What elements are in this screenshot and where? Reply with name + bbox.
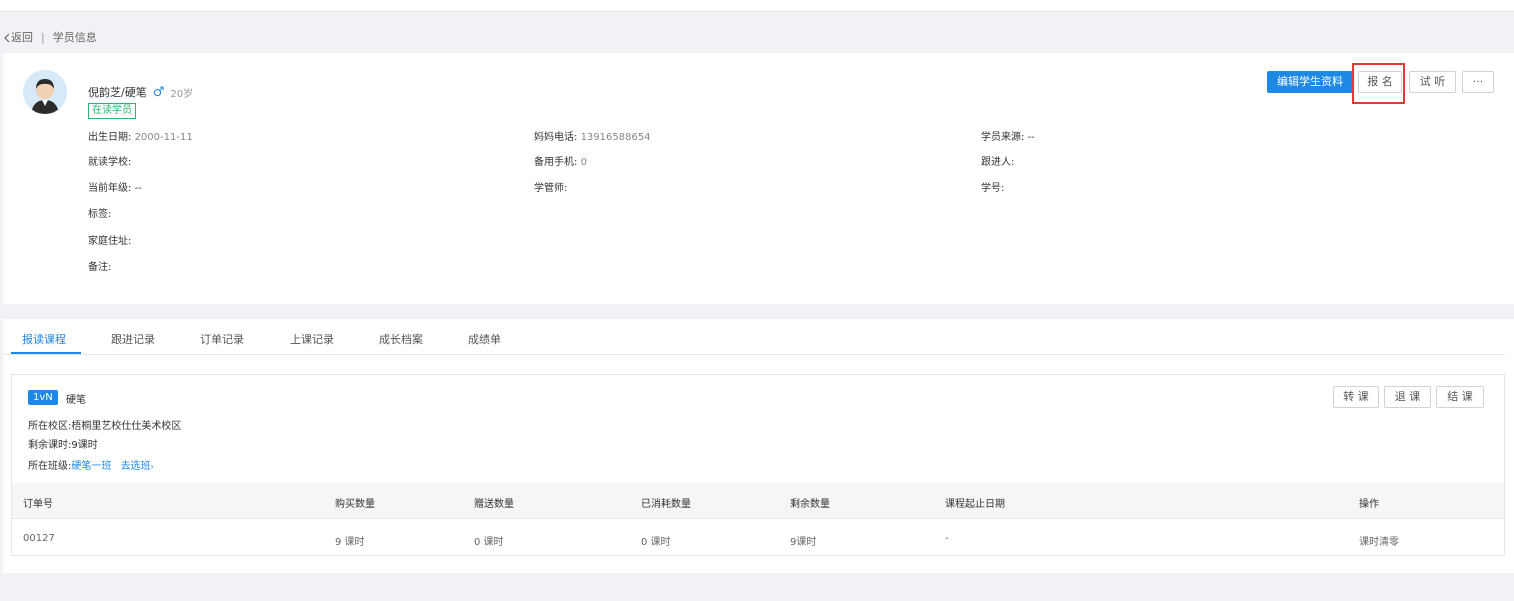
campus-label: 所在校区:	[28, 421, 72, 432]
field-manager: 学管师:	[534, 179, 567, 194]
course-section: 报读课程 跟进记录 订单记录 上课记录 成长档案 成绩单 1vN 硬笔 转 课 …	[3, 319, 1514, 573]
field-label: 家庭住址:	[88, 236, 132, 247]
tab-follow-records[interactable]: 跟进记录	[111, 331, 155, 347]
field-label: 学员来源:	[981, 132, 1025, 143]
field-label: 备注:	[88, 262, 112, 273]
field-student-no: 学号:	[981, 179, 1004, 194]
remaining-cell: 9课时	[790, 537, 817, 548]
field-backup-phone: 备用手机: 0	[534, 153, 587, 168]
remaining-value: 9课时	[71, 440, 98, 451]
tab-growth-archive[interactable]: 成长档案	[379, 331, 423, 347]
field-remark: 备注:	[88, 258, 111, 273]
status-badge: 在读学员	[88, 103, 136, 119]
field-label: 当前年级:	[88, 183, 132, 194]
course-name: 硬笔	[66, 395, 86, 406]
column-header: 赠送数量	[474, 499, 514, 510]
tab-class-records[interactable]: 上课记录	[290, 331, 334, 347]
field-follower: 跟进人:	[981, 153, 1014, 168]
trial-button[interactable]: 试 听	[1409, 71, 1456, 93]
tab-enrolled-courses[interactable]: 报读课程	[22, 331, 66, 347]
active-tab-indicator	[11, 352, 81, 354]
remaining-line: 剩余课时:9课时	[28, 436, 98, 451]
top-strip	[0, 0, 1514, 12]
student-name: 倪韵芝/硬笔	[88, 86, 147, 99]
tab-report-card[interactable]: 成绩单	[468, 331, 501, 347]
field-label: 就读学校:	[88, 157, 132, 168]
more-button[interactable]: ···	[1462, 71, 1494, 93]
finish-course-button[interactable]: 结 课	[1436, 386, 1484, 408]
back-link[interactable]: 返回	[3, 31, 33, 45]
field-grade: 当前年级: --	[88, 179, 142, 194]
name-row: 倪韵芝/硬笔 ♂ 20岁	[88, 84, 193, 100]
table-header: 订单号 购买数量 赠送数量 已消耗数量 剩余数量 课程起止日期 操作	[12, 483, 1504, 519]
field-birth: 出生日期: 2000-11-11	[88, 128, 193, 143]
field-label: 备用手机:	[534, 157, 578, 168]
campus-value: 梧桐里艺校仕仕美术校区	[71, 421, 182, 432]
field-label: 跟进人:	[981, 157, 1015, 168]
student-profile-panel: 倪韵芝/硬笔 ♂ 20岁 在读学员 出生日期: 2000-11-11 妈妈电话:…	[3, 53, 1514, 304]
column-header: 剩余数量	[790, 499, 830, 510]
chevron-left-icon	[4, 33, 10, 43]
dates-cell: -	[945, 533, 949, 544]
field-value: 0	[580, 157, 587, 168]
column-header: 购买数量	[335, 499, 375, 510]
course-type-badge: 1vN	[28, 390, 58, 405]
field-label: 学号:	[981, 183, 1005, 194]
breadcrumb: 返回 | 学员信息	[3, 31, 97, 45]
tab-order-records[interactable]: 订单记录	[200, 331, 244, 347]
back-label: 返回	[11, 31, 33, 44]
avatar	[23, 70, 67, 114]
field-value: 2000-11-11	[134, 132, 193, 143]
field-mom-phone: 妈妈电话: 13916588654	[534, 128, 651, 143]
bought-cell: 9 课时	[335, 537, 365, 548]
enroll-highlight-box	[1352, 63, 1405, 104]
field-value: --	[1027, 132, 1035, 143]
column-header: 订单号	[23, 499, 53, 510]
column-header: 已消耗数量	[641, 499, 691, 510]
order-number-link[interactable]: 00127	[23, 533, 55, 544]
edit-student-button[interactable]: 编辑学生资料	[1267, 71, 1353, 93]
tab-bar: 报读课程 跟进记录 订单记录 上课记录 成长档案 成绩单	[3, 319, 1505, 355]
course-card: 1vN 硬笔 转 课 退 课 结 课 所在校区:梧桐里艺校仕仕美术校区 剩余课时…	[11, 374, 1505, 556]
field-label: 标签:	[88, 209, 112, 220]
field-value: --	[134, 183, 142, 194]
user-avatar-icon	[23, 70, 67, 114]
field-school: 就读学校:	[88, 153, 131, 168]
field-label: 妈妈电话:	[534, 132, 578, 143]
remaining-label: 剩余课时:	[28, 440, 72, 451]
consumed-cell: 0 课时	[641, 537, 671, 548]
clear-hours-link[interactable]: 课时清零	[1359, 533, 1399, 548]
gift-cell: 0 课时	[474, 537, 504, 548]
campus-line: 所在校区:梧桐里艺校仕仕美术校区	[28, 417, 181, 432]
class-line: 所在班级:硬笔一班 去选班›	[28, 457, 154, 472]
page-title: 学员信息	[52, 31, 97, 44]
choose-class-link[interactable]: 去选班	[121, 461, 151, 472]
bottom-band	[3, 573, 1514, 601]
transfer-course-button[interactable]: 转 课	[1333, 386, 1379, 408]
column-header: 操作	[1359, 499, 1379, 510]
field-value: 13916588654	[580, 132, 651, 143]
male-icon: ♂	[152, 84, 165, 100]
field-address: 家庭住址:	[88, 232, 131, 247]
refund-course-button[interactable]: 退 课	[1384, 386, 1431, 408]
breadcrumb-separator: |	[41, 31, 45, 44]
student-age: 20岁	[170, 88, 194, 100]
field-label: 出生日期:	[88, 132, 132, 143]
field-label: 学管师:	[534, 183, 568, 194]
field-source: 学员来源: --	[981, 128, 1035, 143]
class-name-link[interactable]: 硬笔一班	[71, 461, 111, 472]
table-row: 00127 9 课时 0 课时 0 课时 9课时 - 课时清零	[12, 520, 1504, 556]
chevron-right-icon: ›	[150, 462, 154, 471]
class-label: 所在班级:	[28, 461, 72, 472]
field-tags: 标签:	[88, 205, 111, 220]
column-header: 课程起止日期	[945, 499, 1005, 510]
